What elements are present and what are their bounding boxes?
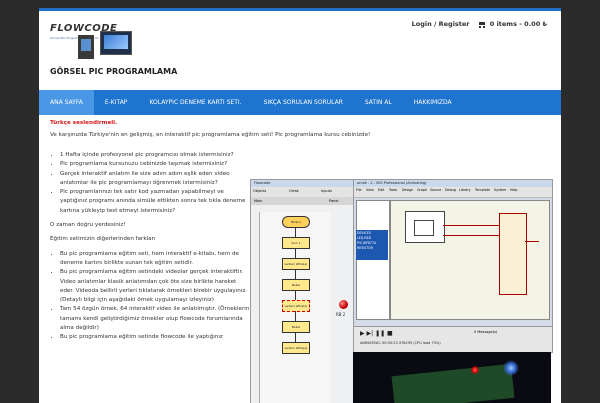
nav-item-sss[interactable]: SIKÇA SORULAN SORULAR (253, 90, 354, 115)
nav-item-satin-al[interactable]: SATIN AL (354, 90, 403, 115)
messages-count: 0 Message(s) (474, 330, 498, 334)
nav-item-e-kitap[interactable]: E-KITAP (94, 90, 139, 115)
cart-link[interactable]: 0 items - 0.00 ₺ (478, 20, 547, 28)
left-column: 1 Hafta içinde profesyonel pic programcı… (50, 151, 250, 343)
proteus-menu-bar: File View Edit Tools Design Graph Source… (354, 187, 552, 198)
red-led-glow (471, 366, 479, 374)
blue-led-glow (503, 360, 519, 376)
menu-tools: Tools (389, 188, 398, 192)
flowcode-tab: Main Panel (251, 197, 355, 205)
list-item: Bu pic programlama eğitim setinde flowco… (60, 333, 250, 342)
menu-debug: Debug (445, 188, 456, 192)
flow-node: Bekle (282, 321, 310, 333)
page: FLOWCODE Görsel PIC Programlama Sistemi … (39, 8, 561, 403)
flow-node: Ledleri LEDs(a) (282, 342, 310, 354)
menu-system: System (494, 188, 507, 192)
main-content: Türkçe seslendirmeli. Ve karşınızda Türk… (50, 119, 555, 144)
list-item: Pic programlarınızı tek satır kod yazmad… (60, 188, 250, 216)
panel-label: Panel (329, 199, 339, 203)
monitor-icon (100, 31, 132, 55)
circuit-board-image (391, 363, 515, 403)
menu-library: Library (459, 188, 471, 192)
flow-node: Ledleri LEDs(a) (282, 300, 310, 312)
flowchart-canvas: BAŞLA İkon 1 Ledleri LEDs(a) Bekle Ledle… (259, 212, 330, 403)
menu-inputs: Inputs (321, 189, 332, 193)
wire (443, 225, 499, 226)
menu-view: View (366, 188, 374, 192)
menu-edit: Edit (378, 188, 385, 192)
menu-help: Help (510, 188, 518, 192)
device-panel (356, 200, 390, 320)
question-list: 1 Hafta içinde profesyonel pic programcı… (50, 151, 250, 216)
nav-item-hakkimizda[interactable]: HAKKIMIZDA (403, 90, 463, 115)
flowcode-screenshot: Flowcode Objects Ortak Inputs Main Panel… (250, 179, 356, 403)
list-item: Pic programlama kursunuzu cebinizde taşı… (60, 160, 250, 169)
menu-objects: Objects (253, 189, 267, 193)
intro-text: Ve karşınızda Türkiye'nin en gelişmiş, e… (50, 132, 371, 139)
device-item: RESISTOR (357, 246, 373, 250)
wire (443, 235, 499, 236)
tab-main: Main (254, 199, 263, 203)
pic-chip-component (499, 213, 527, 295)
animating-status: ANIMATING: 00:00:23.378295 (CPU load 75%… (360, 341, 441, 345)
wire (525, 241, 539, 242)
flow-node: Ledleri LEDs(a) (282, 258, 310, 270)
list-item: Bu pic programlama eğitim seti, hem inte… (60, 250, 250, 269)
menu-file: File (356, 188, 362, 192)
menu-graph: Graph (417, 188, 428, 192)
nav-item-ana-sayfa[interactable]: ANA SAYFA (39, 90, 94, 115)
menu-design: Design (402, 188, 414, 192)
flowcode-title-bar: Flowcode (251, 180, 355, 187)
proteus-screenshot: ornek - 2 - ISIS Professional (Animating… (353, 179, 553, 353)
section-heading: Eğitim setimizin diğerlerinden farkları (50, 236, 156, 243)
list-item: Tam 54 özgün örnek, 64 interaktif video … (60, 305, 250, 333)
flow-node: Bekle (282, 279, 310, 291)
menu-template: Template (475, 188, 491, 192)
pc-tower-icon (78, 35, 94, 59)
flow-node-start: BAŞLA (282, 216, 310, 228)
list-item: Bu pic programlama eğitim setindeki vide… (60, 268, 250, 305)
nav-item-kolaypic[interactable]: KOLAYPIC DENEME KARTI SETI. (138, 90, 252, 115)
highlight-text: Türkçe seslendirmeli. (50, 120, 118, 126)
site-logo[interactable]: FLOWCODE Görsel PIC Programlama Sistemi (50, 23, 142, 63)
cart-icon (478, 21, 486, 28)
callout-text: O zaman doğru yerdesiniz! (50, 222, 126, 229)
menu-source: Source (430, 188, 442, 192)
led-label: RB 2 (336, 312, 346, 317)
proteus-title-bar: ornek - 2 - ISIS Professional (Animating… (354, 180, 552, 187)
proteus-status-bar: ▶ ▶| ❚❚ ■ ANIMATING: 00:00:23.378295 (CP… (354, 326, 552, 352)
playback-controls-icon[interactable]: ▶ ▶| ❚❚ ■ (360, 330, 393, 337)
site-title[interactable]: GÖRSEL PIC PROGRAMLAMA (50, 67, 177, 76)
menu-ortak: Ortak (289, 189, 299, 193)
cart-summary: 0 items - 0.00 ₺ (489, 20, 547, 28)
lcd-component (405, 211, 445, 243)
device-list: DEVICES LED-RED PIC16F877A RESISTOR (356, 230, 388, 260)
schematic-canvas (390, 200, 550, 320)
top-links: Login / Register 0 items - 0.00 ₺ (412, 20, 547, 28)
login-register-link[interactable]: Login / Register (412, 20, 470, 28)
feature-list: Bu pic programlama eğitim seti, hem inte… (50, 250, 250, 343)
main-navigation: ANA SAYFA E-KITAP KOLAYPIC DENEME KARTI … (39, 90, 561, 115)
led-red-icon (339, 300, 348, 309)
list-item: 1 Hafta içinde profesyonel pic programcı… (60, 151, 250, 160)
flow-node: İkon 1 (282, 237, 310, 249)
site-header: FLOWCODE Görsel PIC Programlama Sistemi … (39, 11, 561, 89)
hardware-photo (353, 352, 551, 403)
list-item: Gerçek interaktif anlatım ile size adım … (60, 170, 250, 189)
